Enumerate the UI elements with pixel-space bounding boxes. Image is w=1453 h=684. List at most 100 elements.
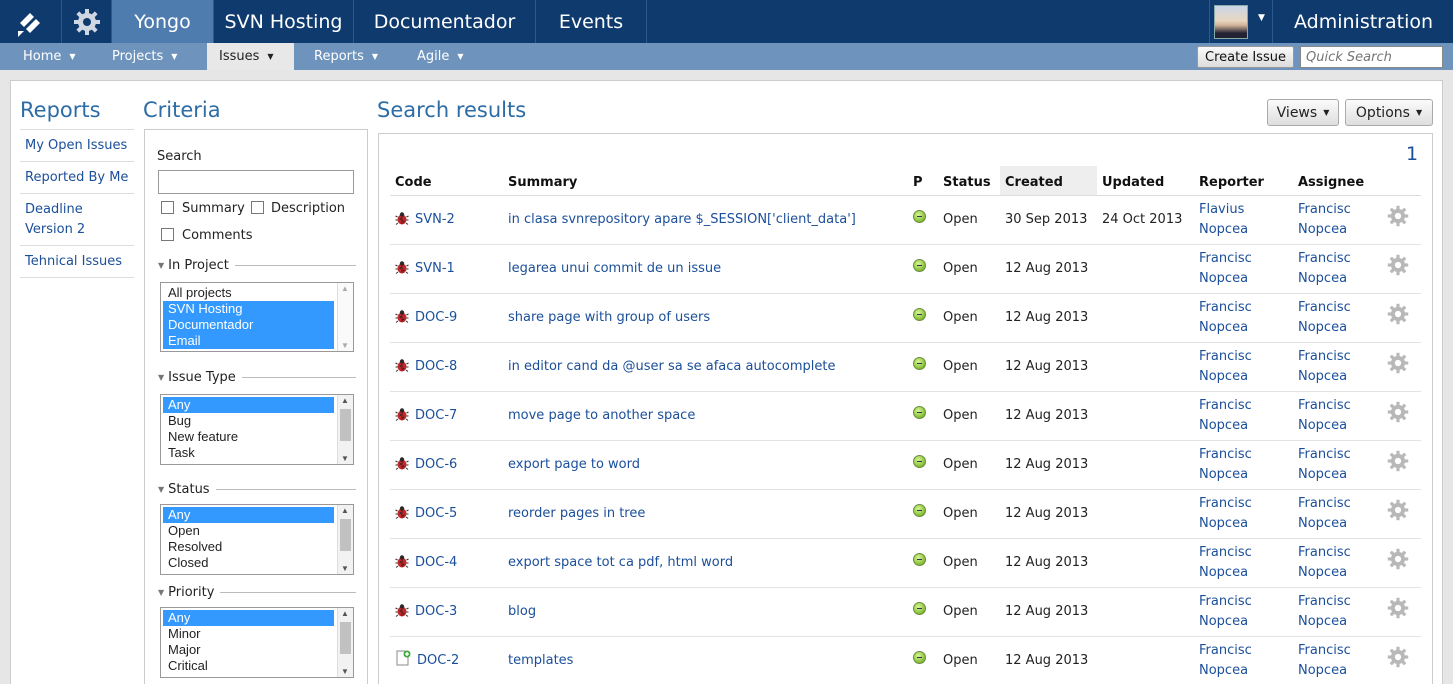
reporter-link[interactable]: Francisc Nopcea <box>1199 594 1252 629</box>
status-listbox-scrollbar[interactable]: ▲ ▼ <box>337 505 353 574</box>
project-option[interactable]: SVN Hosting <box>163 301 334 317</box>
row-settings-gear-icon[interactable] <box>1387 499 1409 528</box>
reporter-link[interactable]: Francisc Nopcea <box>1199 496 1252 531</box>
status-option[interactable]: Open <box>163 523 334 539</box>
issue-summary-link[interactable]: move page to another space <box>508 408 695 423</box>
yongo-logo-icon[interactable] <box>0 0 62 43</box>
assignee-link[interactable]: Francisc Nopcea <box>1298 496 1351 531</box>
settings-gear-icon[interactable] <box>62 0 112 43</box>
tab-svn-hosting[interactable]: SVN Hosting <box>214 0 354 43</box>
project-option[interactable]: Email <box>163 333 334 349</box>
scroll-up-icon[interactable]: ▲ <box>341 284 349 293</box>
issue-code-link[interactable]: DOC-4 <box>415 555 457 570</box>
tab-documentador[interactable]: Documentador <box>354 0 536 43</box>
issue-summary-link[interactable]: export page to word <box>508 457 640 472</box>
comments-checkbox[interactable] <box>161 228 174 241</box>
row-settings-gear-icon[interactable] <box>1387 450 1409 479</box>
column-summary[interactable]: Summary <box>503 166 908 196</box>
issue-summary-link[interactable]: in editor cand da @user sa se afaca auto… <box>508 359 835 374</box>
issue-type-option[interactable]: Any <box>163 397 334 413</box>
priority-option[interactable]: Any <box>163 610 334 626</box>
chevron-down-icon[interactable]: ▼ <box>1258 13 1265 23</box>
issue-type-option[interactable]: New feature <box>163 429 334 445</box>
issue-summary-link[interactable]: share page with group of users <box>508 310 710 325</box>
issue-summary-link[interactable]: reorder pages in tree <box>508 506 645 521</box>
column-reporter[interactable]: Reporter <box>1194 166 1293 196</box>
scroll-down-icon[interactable]: ▼ <box>341 667 349 676</box>
reporter-link[interactable]: Francisc Nopcea <box>1199 251 1252 286</box>
column-priority[interactable]: P <box>908 166 938 196</box>
issue-type-listbox[interactable]: Any Bug New feature Task ▲ ▼ <box>160 394 354 465</box>
report-my-open-issues[interactable]: My Open Issues <box>20 130 134 162</box>
row-settings-gear-icon[interactable] <box>1387 352 1409 381</box>
priority-option[interactable]: Critical <box>163 658 334 674</box>
administration-link[interactable]: Administration <box>1274 0 1453 43</box>
reporter-link[interactable]: Francisc Nopcea <box>1199 300 1252 335</box>
summary-checkbox[interactable] <box>161 201 174 214</box>
assignee-link[interactable]: Francisc Nopcea <box>1298 643 1351 678</box>
assignee-link[interactable]: Francisc Nopcea <box>1298 202 1351 237</box>
description-checkbox[interactable] <box>251 201 264 214</box>
reporter-link[interactable]: Francisc Nopcea <box>1199 447 1252 482</box>
issue-summary-link[interactable]: templates <box>508 653 573 668</box>
status-option[interactable]: Closed <box>163 555 334 571</box>
priority-section-header[interactable]: ▼ Priority <box>158 583 356 601</box>
priority-option[interactable]: Major <box>163 642 334 658</box>
assignee-link[interactable]: Francisc Nopcea <box>1298 594 1351 629</box>
status-listbox[interactable]: Any Open Resolved Closed ▲ ▼ <box>160 504 354 575</box>
project-listbox[interactable]: All projects SVN Hosting Documentador Em… <box>160 282 354 352</box>
report-reported-by-me[interactable]: Reported By Me <box>20 162 134 194</box>
issue-summary-link[interactable]: legarea unui commit de un issue <box>508 261 721 276</box>
scrollbar-thumb[interactable] <box>340 409 351 441</box>
project-option[interactable]: Documentador <box>163 317 334 333</box>
quick-search-input[interactable] <box>1300 46 1443 68</box>
assignee-link[interactable]: Francisc Nopcea <box>1298 447 1351 482</box>
issue-code-link[interactable]: SVN-2 <box>415 212 455 227</box>
issue-code-link[interactable]: DOC-7 <box>415 408 457 423</box>
views-button[interactable]: Views ▼ <box>1267 99 1339 126</box>
issue-type-option[interactable]: Task <box>163 445 334 461</box>
status-option[interactable]: Resolved <box>163 539 334 555</box>
project-option[interactable]: All projects <box>163 285 334 301</box>
scroll-down-icon[interactable]: ▼ <box>341 454 349 463</box>
issue-code-link[interactable]: DOC-5 <box>415 506 457 521</box>
row-settings-gear-icon[interactable] <box>1387 303 1409 332</box>
column-updated[interactable]: Updated <box>1097 166 1194 196</box>
issue-type-listbox-scrollbar[interactable]: ▲ ▼ <box>337 395 353 464</box>
avatar[interactable] <box>1214 5 1248 39</box>
options-button[interactable]: Options ▼ <box>1345 99 1433 126</box>
reporter-link[interactable]: Flavius Nopcea <box>1199 202 1248 237</box>
issue-summary-link[interactable]: in clasa svnrepository apare $_SESSION['… <box>508 212 856 227</box>
issue-code-link[interactable]: DOC-3 <box>415 604 457 619</box>
issue-code-link[interactable]: DOC-9 <box>415 310 457 325</box>
row-settings-gear-icon[interactable] <box>1387 646 1409 675</box>
scrollbar-thumb[interactable] <box>340 519 351 551</box>
column-created[interactable]: Created <box>1000 166 1097 196</box>
scroll-up-icon[interactable]: ▲ <box>341 609 349 618</box>
issue-type-section-header[interactable]: ▼ Issue Type <box>158 368 356 386</box>
column-assignee[interactable]: Assignee <box>1293 166 1382 196</box>
status-section-header[interactable]: ▼ Status <box>158 480 356 498</box>
scrollbar-thumb[interactable] <box>340 622 351 654</box>
in-project-section-header[interactable]: ▼ In Project <box>158 256 356 274</box>
column-status[interactable]: Status <box>938 166 1000 196</box>
status-option[interactable]: Any <box>163 507 334 523</box>
criteria-search-input[interactable] <box>158 170 354 194</box>
issue-type-option[interactable]: Bug <box>163 413 334 429</box>
issue-code-link[interactable]: DOC-6 <box>415 457 457 472</box>
assignee-link[interactable]: Francisc Nopcea <box>1298 251 1351 286</box>
row-settings-gear-icon[interactable] <box>1387 548 1409 577</box>
priority-listbox-scrollbar[interactable]: ▲ ▼ <box>337 608 353 677</box>
column-code[interactable]: Code <box>390 166 503 196</box>
report-tehnical-issues[interactable]: Tehnical Issues <box>20 246 134 278</box>
assignee-link[interactable]: Francisc Nopcea <box>1298 545 1351 580</box>
subnav-agile[interactable]: Agile ▼ <box>397 43 487 70</box>
row-settings-gear-icon[interactable] <box>1387 205 1409 234</box>
tab-events[interactable]: Events <box>536 0 647 43</box>
row-settings-gear-icon[interactable] <box>1387 597 1409 626</box>
project-listbox-scrollbar[interactable]: ▲ ▼ <box>337 283 353 351</box>
subnav-projects[interactable]: Projects ▼ <box>100 43 207 70</box>
reporter-link[interactable]: Francisc Nopcea <box>1199 398 1252 433</box>
assignee-link[interactable]: Francisc Nopcea <box>1298 349 1351 384</box>
issue-code-link[interactable]: DOC-2 <box>417 653 459 668</box>
